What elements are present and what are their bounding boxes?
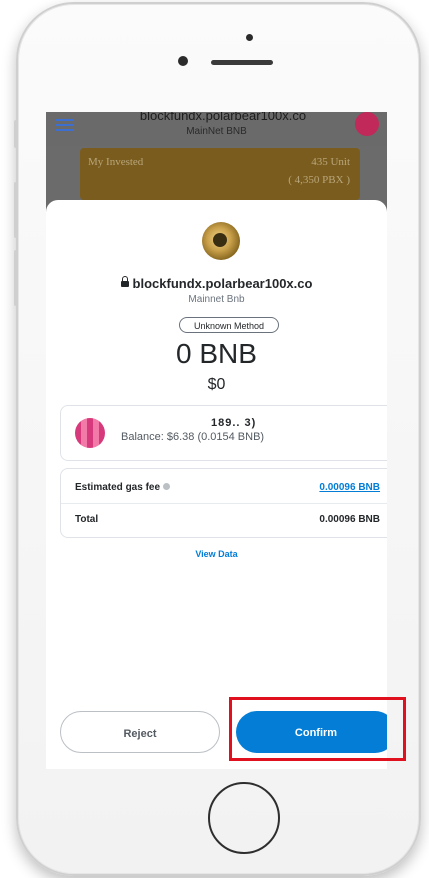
origin-domain: blockfundx.polarbear100x.co bbox=[46, 276, 387, 291]
gas-fee-value[interactable]: 0.00096 BNB bbox=[319, 482, 380, 493]
gas-fee-label: Estimated gas fee bbox=[75, 482, 171, 493]
transaction-amount: 0 BNB bbox=[176, 338, 257, 369]
gas-fee-row: Estimated gas fee 0.00096 BNB bbox=[61, 473, 387, 504]
network-label: Mainnet Bnb bbox=[188, 294, 245, 305]
view-data-link[interactable]: View Data bbox=[46, 549, 387, 559]
confirm-transaction-modal: blockfundx.polarbear100x.co Mainnet Bnb … bbox=[46, 200, 387, 769]
total-label: Total bbox=[75, 514, 99, 525]
front-camera bbox=[178, 56, 188, 66]
invested-card: My Invested 435 Unit ( 4,350 PBX ) bbox=[80, 148, 360, 200]
dapp-network: MainNet BNB bbox=[186, 126, 247, 137]
invested-units: 435 Unit bbox=[311, 156, 350, 168]
earpiece-speaker bbox=[211, 60, 273, 65]
proximity-sensor bbox=[246, 34, 253, 41]
site-coin-icon bbox=[202, 222, 240, 260]
volume-down-button bbox=[14, 250, 18, 306]
dapp-account-avatar[interactable] bbox=[355, 112, 379, 136]
gas-fee-label-text: Estimated gas fee bbox=[75, 482, 161, 493]
account-card: 189.. 3) Balance: $6.38 (0.0154 BNB) bbox=[60, 405, 387, 461]
origin-domain-text: blockfundx.polarbear100x.co bbox=[132, 276, 313, 291]
method-badge: Unknown Method bbox=[179, 317, 279, 333]
reject-button[interactable]: Reject bbox=[60, 711, 220, 753]
account-name: 189.. 3) bbox=[211, 417, 257, 429]
lock-icon bbox=[120, 276, 129, 287]
home-button[interactable] bbox=[208, 782, 280, 854]
mute-switch bbox=[14, 120, 18, 148]
phone-screen: blockfundx.polarbear100x.co MainNet BNB … bbox=[46, 112, 387, 769]
account-avatar bbox=[75, 418, 105, 448]
total-row: Total 0.00096 BNB bbox=[61, 505, 387, 535]
dapp-url: blockfundx.polarbear100x.co bbox=[139, 112, 307, 123]
fiat-amount: $0 bbox=[207, 376, 226, 393]
fee-card: Estimated gas fee 0.00096 BNB Total 0.00… bbox=[60, 468, 387, 538]
invested-pbx: ( 4,350 PBX ) bbox=[288, 174, 350, 186]
confirm-highlight-box bbox=[229, 697, 406, 761]
volume-up-button bbox=[14, 182, 18, 238]
total-value: 0.00096 BNB bbox=[319, 514, 380, 525]
account-balance: Balance: $6.38 (0.0154 BNB) bbox=[121, 431, 265, 443]
invested-label: My Invested bbox=[88, 156, 144, 168]
dapp-header: blockfundx.polarbear100x.co MainNet BNB bbox=[46, 112, 387, 146]
info-icon[interactable] bbox=[163, 483, 171, 490]
